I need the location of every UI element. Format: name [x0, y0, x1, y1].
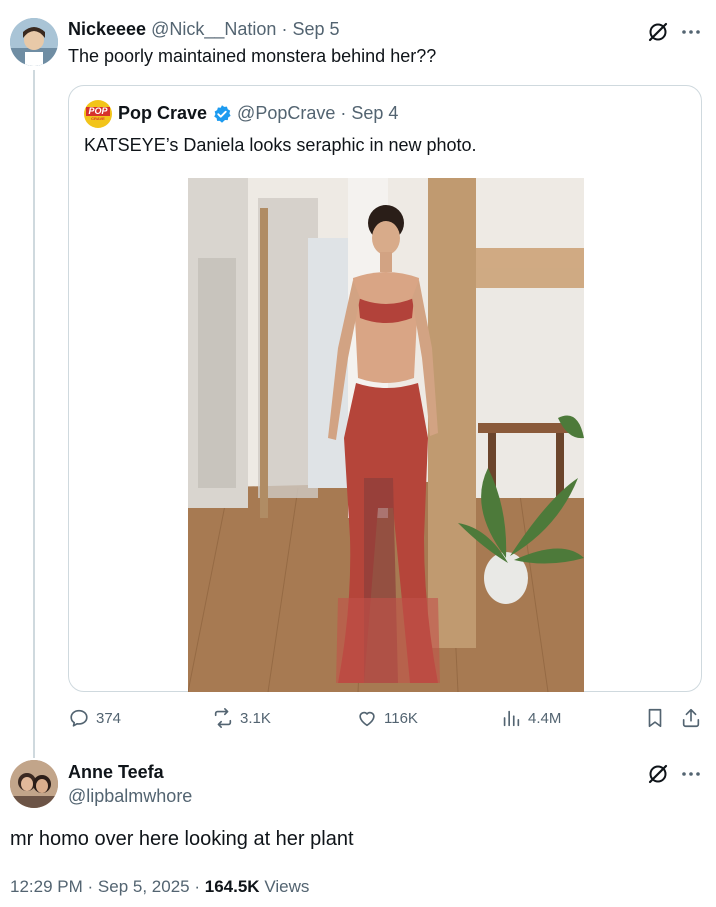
tweet-meta: 12:29 PM · Sep 5, 2025 · 164.5K Views [10, 877, 309, 897]
analytics-icon [503, 710, 520, 727]
tweet-date[interactable]: Sep 5 [292, 19, 339, 39]
author-handle[interactable]: @lipbalmwhore [68, 786, 192, 807]
avatar-illustration [10, 760, 58, 808]
analytics-button[interactable]: 4.4M [500, 707, 561, 729]
grok-icon[interactable] [646, 762, 670, 791]
reply-icon [70, 709, 88, 727]
views-count: 164.5K [204, 877, 260, 896]
tweet-date[interactable]: Sep 5, 2025 [98, 877, 190, 896]
more-icon[interactable] [680, 765, 702, 788]
share-button[interactable] [680, 707, 702, 729]
reply-header: Nickeeee @Nick__Nation · Sep 5 [68, 19, 340, 40]
nickeeee-avatar[interactable] [10, 18, 58, 66]
author-name[interactable]: Pop Crave [118, 103, 207, 124]
view-count: 4.4M [528, 709, 562, 727]
tweet-photo[interactable] [188, 178, 584, 692]
tweet-date[interactable]: Sep 4 [351, 103, 398, 124]
author-handle[interactable]: @Nick__Nation [151, 19, 276, 39]
avatar-logo-top: POP [86, 106, 110, 116]
separator: · [87, 877, 94, 896]
separator: · [340, 103, 347, 123]
author-handle[interactable]: @PopCrave [237, 103, 335, 124]
reply-button[interactable]: 374 [68, 707, 121, 729]
pop-crave-avatar[interactable]: POP CRAVE [84, 100, 112, 128]
thread-line [33, 70, 35, 758]
share-icon [682, 708, 700, 728]
quoted-header: Pop Crave @PopCrave · Sep 4 [118, 103, 398, 124]
repost-count: 3.1K [240, 709, 271, 727]
like-button[interactable]: 116K [356, 707, 418, 729]
reply-text: The poorly maintained monstera behind he… [68, 46, 437, 66]
repost-icon [214, 708, 232, 728]
verified-badge-icon [212, 104, 232, 124]
like-count: 116K [384, 709, 418, 727]
avatar-logo-bottom: CRAVE [91, 116, 105, 121]
separator: · [281, 19, 288, 39]
quoted-text: KATSEYE’s Daniela looks seraphic in new … [84, 135, 477, 155]
avatar-illustration [10, 18, 58, 66]
more-icon[interactable] [680, 23, 702, 46]
main-tweet-text: mr homo over here looking at her plant [10, 828, 354, 850]
bookmark-button[interactable] [644, 707, 666, 729]
author-name[interactable]: Nickeeee [68, 19, 146, 39]
photo-illustration [188, 178, 584, 692]
author-name[interactable]: Anne Teefa [68, 762, 164, 783]
tweet-time[interactable]: 12:29 PM [10, 877, 83, 896]
bookmark-icon [648, 708, 662, 728]
repost-button[interactable]: 3.1K [212, 707, 271, 729]
reply-count: 374 [96, 709, 122, 727]
views-label: Views [264, 877, 310, 896]
separator: · [194, 877, 201, 896]
grok-icon[interactable] [646, 20, 670, 49]
like-icon [359, 711, 375, 727]
anne-teefa-avatar[interactable] [10, 760, 58, 808]
